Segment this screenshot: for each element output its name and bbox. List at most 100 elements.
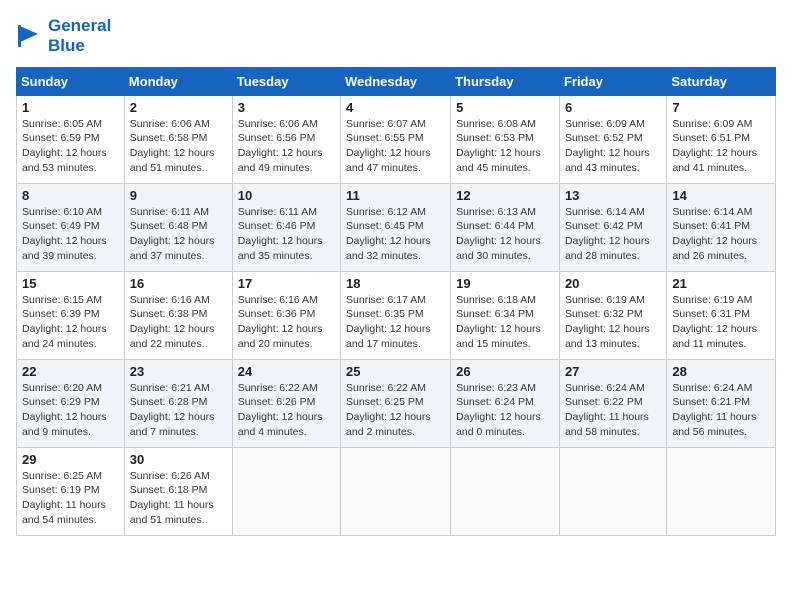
calendar-day-cell [232,447,340,535]
calendar-day-cell: 22 Sunrise: 6:20 AM Sunset: 6:29 PM Dayli… [17,359,125,447]
calendar-day-cell: 17Sunrise: 6:16 AM Sunset: 6:36 PM Dayli… [232,271,340,359]
weekday-header: Wednesday [341,67,451,95]
day-number: 25 [346,364,445,379]
calendar-day-cell: 4 Sunrise: 6:07 AM Sunset: 6:55 PM Daylig… [341,95,451,183]
day-info: Sunrise: 6:26 AM Sunset: 6:18 PM Dayligh… [130,469,227,528]
day-info: Sunrise: 6:19 AM Sunset: 6:31 PM Dayligh… [672,293,770,352]
day-number: 5 [456,100,554,115]
calendar-day-cell: 13 Sunrise: 6:14 AM Sunset: 6:42 PM Dayli… [559,183,666,271]
calendar-day-cell: 5 Sunrise: 6:08 AM Sunset: 6:53 PM Daylig… [451,95,560,183]
calendar-day-cell: 15Sunrise: 6:15 AM Sunset: 6:39 PM Dayli… [17,271,125,359]
day-info: Sunrise: 6:14 AM Sunset: 6:42 PM Dayligh… [565,205,661,264]
calendar-day-cell [667,447,776,535]
calendar-day-cell: 3 Sunrise: 6:06 AM Sunset: 6:56 PM Daylig… [232,95,340,183]
calendar-week-row: 1 Sunrise: 6:05 AM Sunset: 6:59 PM Daylig… [17,95,776,183]
day-info: Sunrise: 6:09 AM Sunset: 6:52 PM Dayligh… [565,117,661,176]
day-info: Sunrise: 6:21 AM Sunset: 6:28 PM Dayligh… [130,381,227,440]
day-info: Sunrise: 6:17 AM Sunset: 6:35 PM Dayligh… [346,293,445,352]
day-number: 21 [672,276,770,291]
day-info: Sunrise: 6:13 AM Sunset: 6:44 PM Dayligh… [456,205,554,264]
calendar-day-cell: 10 Sunrise: 6:11 AM Sunset: 6:46 PM Dayli… [232,183,340,271]
day-number: 2 [130,100,227,115]
day-info: Sunrise: 6:06 AM Sunset: 6:56 PM Dayligh… [238,117,335,176]
weekday-header: Thursday [451,67,560,95]
day-info: Sunrise: 6:06 AM Sunset: 6:58 PM Dayligh… [130,117,227,176]
day-number: 20 [565,276,661,291]
day-info: Sunrise: 6:22 AM Sunset: 6:25 PM Dayligh… [346,381,445,440]
header: General Blue [16,16,776,57]
calendar-day-cell: 24 Sunrise: 6:22 AM Sunset: 6:26 PM Dayli… [232,359,340,447]
weekday-header: Saturday [667,67,776,95]
day-number: 24 [238,364,335,379]
logo-icon [16,22,44,50]
day-number: 29 [22,452,119,467]
day-info: Sunrise: 6:08 AM Sunset: 6:53 PM Dayligh… [456,117,554,176]
calendar-day-cell: 23 Sunrise: 6:21 AM Sunset: 6:28 PM Dayli… [124,359,232,447]
calendar-day-cell [341,447,451,535]
day-number: 15 [22,276,119,291]
day-number: 8 [22,188,119,203]
calendar-day-cell: 26Sunrise: 6:23 AM Sunset: 6:24 PM Dayli… [451,359,560,447]
calendar-week-row: 22 Sunrise: 6:20 AM Sunset: 6:29 PM Dayli… [17,359,776,447]
calendar-day-cell: 11 Sunrise: 6:12 AM Sunset: 6:45 PM Dayli… [341,183,451,271]
calendar-day-cell [451,447,560,535]
day-info: Sunrise: 6:05 AM Sunset: 6:59 PM Dayligh… [22,117,119,176]
calendar-day-cell: 6 Sunrise: 6:09 AM Sunset: 6:52 PM Daylig… [559,95,666,183]
calendar-day-cell: 21 Sunrise: 6:19 AM Sunset: 6:31 PM Dayli… [667,271,776,359]
calendar-day-cell: 29 Sunrise: 6:25 AM Sunset: 6:19 PM Dayli… [17,447,125,535]
calendar-day-cell: 16Sunrise: 6:16 AM Sunset: 6:38 PM Dayli… [124,271,232,359]
day-number: 19 [456,276,554,291]
calendar-week-row: 15Sunrise: 6:15 AM Sunset: 6:39 PM Dayli… [17,271,776,359]
calendar-day-cell: 20Sunrise: 6:19 AM Sunset: 6:32 PM Dayli… [559,271,666,359]
day-info: Sunrise: 6:20 AM Sunset: 6:29 PM Dayligh… [22,381,119,440]
calendar-day-cell: 9Sunrise: 6:11 AM Sunset: 6:48 PM Daylig… [124,183,232,271]
day-number: 26 [456,364,554,379]
logo-text: General Blue [48,16,111,57]
weekday-header: Sunday [17,67,125,95]
day-number: 1 [22,100,119,115]
day-number: 22 [22,364,119,379]
day-info: Sunrise: 6:11 AM Sunset: 6:46 PM Dayligh… [238,205,335,264]
day-number: 11 [346,188,445,203]
day-number: 14 [672,188,770,203]
day-info: Sunrise: 6:07 AM Sunset: 6:55 PM Dayligh… [346,117,445,176]
logo: General Blue [16,16,111,57]
calendar-day-cell: 7 Sunrise: 6:09 AM Sunset: 6:51 PM Daylig… [667,95,776,183]
calendar-day-cell: 12Sunrise: 6:13 AM Sunset: 6:44 PM Dayli… [451,183,560,271]
day-number: 28 [672,364,770,379]
day-number: 23 [130,364,227,379]
calendar-day-cell: 14Sunrise: 6:14 AM Sunset: 6:41 PM Dayli… [667,183,776,271]
day-info: Sunrise: 6:24 AM Sunset: 6:22 PM Dayligh… [565,381,661,440]
day-number: 7 [672,100,770,115]
page: General Blue SundayMondayTuesdayWednesda… [0,0,792,612]
day-number: 27 [565,364,661,379]
calendar-day-cell: 28 Sunrise: 6:24 AM Sunset: 6:21 PM Dayli… [667,359,776,447]
calendar-day-cell: 25 Sunrise: 6:22 AM Sunset: 6:25 PM Dayli… [341,359,451,447]
calendar-day-cell: 2 Sunrise: 6:06 AM Sunset: 6:58 PM Daylig… [124,95,232,183]
day-number: 3 [238,100,335,115]
calendar-day-cell [559,447,666,535]
day-info: Sunrise: 6:16 AM Sunset: 6:36 PM Dayligh… [238,293,335,352]
day-info: Sunrise: 6:24 AM Sunset: 6:21 PM Dayligh… [672,381,770,440]
calendar-day-cell: 19 Sunrise: 6:18 AM Sunset: 6:34 PM Dayli… [451,271,560,359]
calendar-day-cell: 27 Sunrise: 6:24 AM Sunset: 6:22 PM Dayli… [559,359,666,447]
calendar-week-row: 8 Sunrise: 6:10 AM Sunset: 6:49 PM Daylig… [17,183,776,271]
calendar-header-row: SundayMondayTuesdayWednesdayThursdayFrid… [17,67,776,95]
day-info: Sunrise: 6:22 AM Sunset: 6:26 PM Dayligh… [238,381,335,440]
calendar-day-cell: 8 Sunrise: 6:10 AM Sunset: 6:49 PM Daylig… [17,183,125,271]
calendar-day-cell: 18Sunrise: 6:17 AM Sunset: 6:35 PM Dayli… [341,271,451,359]
day-info: Sunrise: 6:25 AM Sunset: 6:19 PM Dayligh… [22,469,119,528]
day-number: 13 [565,188,661,203]
day-info: Sunrise: 6:09 AM Sunset: 6:51 PM Dayligh… [672,117,770,176]
calendar-day-cell: 30 Sunrise: 6:26 AM Sunset: 6:18 PM Dayli… [124,447,232,535]
day-info: Sunrise: 6:18 AM Sunset: 6:34 PM Dayligh… [456,293,554,352]
day-number: 30 [130,452,227,467]
day-info: Sunrise: 6:10 AM Sunset: 6:49 PM Dayligh… [22,205,119,264]
day-info: Sunrise: 6:12 AM Sunset: 6:45 PM Dayligh… [346,205,445,264]
day-number: 10 [238,188,335,203]
day-number: 6 [565,100,661,115]
day-number: 4 [346,100,445,115]
calendar-week-row: 29 Sunrise: 6:25 AM Sunset: 6:19 PM Dayli… [17,447,776,535]
calendar-table: SundayMondayTuesdayWednesdayThursdayFrid… [16,67,776,536]
weekday-header: Friday [559,67,666,95]
